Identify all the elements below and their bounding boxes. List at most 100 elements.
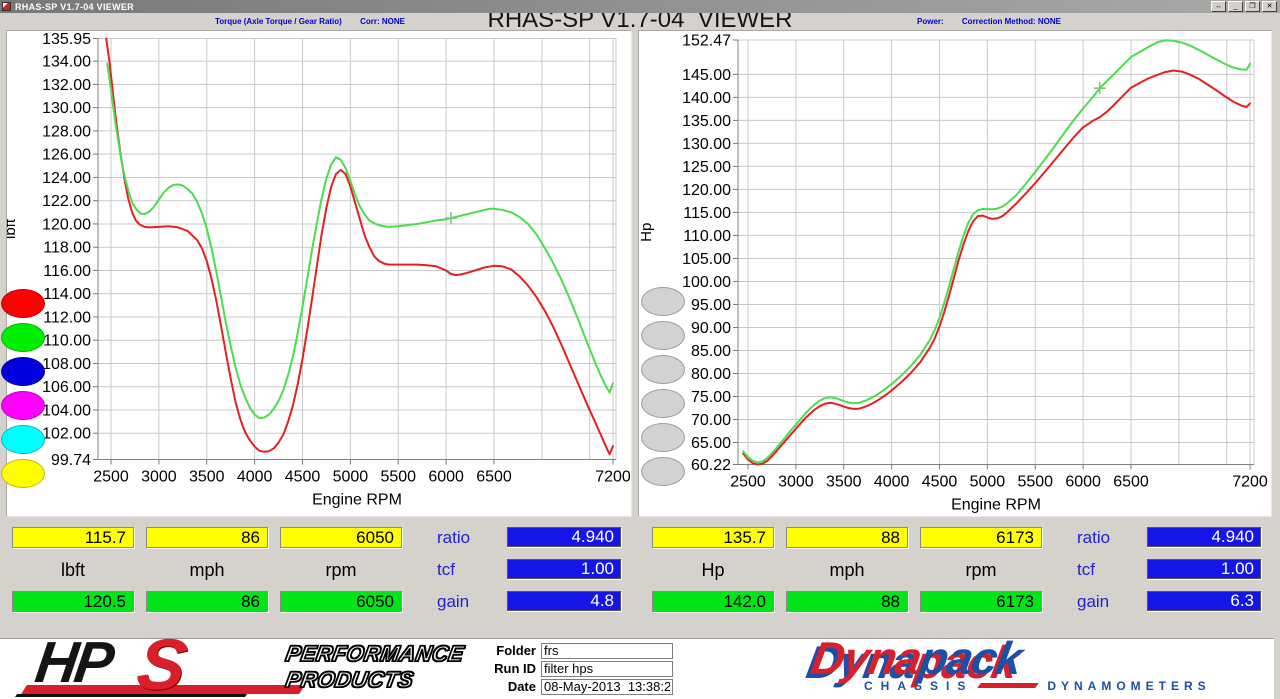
y-tick-label: 120.00 (682, 182, 731, 199)
tcf-label: tcf (1077, 560, 1137, 580)
run-button-magenta[interactable] (1, 391, 45, 420)
dynapack-text-dyna: Dyna (807, 632, 925, 684)
cursor-value-box: 86 (146, 527, 268, 548)
cursor-value-box: 6173 (920, 591, 1042, 612)
ratio-value-box: 4.940 (1147, 527, 1261, 547)
x-tick-label: 5500 (380, 469, 416, 486)
x-tick-label: 3500 (189, 469, 225, 486)
x-tick-label: 4000 (874, 474, 910, 491)
unit-label: Hp (652, 560, 774, 581)
tcf-value-box: 1.00 (507, 559, 621, 579)
y-tick-label: 130.00 (42, 100, 91, 117)
unit-label: mph (786, 560, 908, 581)
torque-chart[interactable]: 135.95134.00132.00130.00128.00126.00124.… (7, 31, 633, 518)
header-strip: RHAS-SP V1.7-04 VIEWER Torque (Axle Torq… (0, 13, 1280, 30)
folder-input[interactable] (541, 643, 673, 659)
tcf-value-box: 1.00 (1147, 559, 1261, 579)
gridlines (98, 39, 616, 460)
x-tick-label: 3000 (778, 474, 814, 491)
power-chart-panel: 152.47145.00140.00135.00130.00125.00120.… (638, 30, 1272, 517)
unit-label: lbft (12, 560, 134, 581)
ratio-label: ratio (1077, 528, 1137, 548)
ratio-label: ratio (437, 528, 497, 548)
hps-logo: S HP PERFORMANCE PRODUCTS (10, 641, 460, 699)
run-color-buttons-right (641, 287, 685, 491)
y-tick-label: 135.95 (42, 31, 91, 48)
run-info-fields: Folder Run ID Date (488, 642, 673, 696)
cursor-value-box: 88 (786, 591, 908, 612)
restore-button[interactable]: ❐ (1245, 1, 1260, 12)
y-tick-label: 99.74 (51, 452, 91, 469)
y-tick-label: 118.00 (43, 240, 91, 257)
curve-run-green (107, 64, 613, 419)
folder-label: Folder (488, 643, 536, 658)
window-controls: ↔ _ ❐ ✕ (1211, 1, 1277, 12)
run-button-green[interactable] (1, 323, 45, 352)
x-tick-label: 3500 (826, 474, 862, 491)
cursor-value-box: 88 (786, 527, 908, 548)
date-input[interactable] (541, 679, 673, 695)
ratio-value-box: 4.940 (507, 527, 621, 547)
hps-performance-text: PERFORMANCE (284, 641, 466, 667)
torque-subtitle-text: Torque (Axle Torque / Gear Ratio) (215, 17, 342, 26)
run-button-slot-3[interactable] (641, 355, 685, 384)
x-tick-label: 4500 (285, 469, 321, 486)
axis-labels: 135.95134.00132.00130.00128.00126.00124.… (7, 31, 631, 509)
y-tick-label: 132.00 (42, 77, 91, 94)
torque-chart-panel: 135.95134.00132.00130.00128.00126.00124.… (6, 30, 632, 517)
gain-label: gain (1077, 592, 1137, 612)
gain-value-box: 4.8 (507, 591, 621, 611)
cursor-cross-marker (445, 212, 457, 224)
x-axis-title: Engine RPM (951, 497, 1041, 514)
dynapack-swoosh (978, 683, 1040, 688)
power-subtitle-text: Power: (917, 17, 944, 26)
run-button-slot-5[interactable] (641, 423, 685, 452)
y-axis-title: Hp (639, 223, 655, 242)
run-button-blue[interactable] (1, 357, 45, 386)
run-button-slot-1[interactable] (641, 287, 685, 316)
cursor-value-box: 120.5 (12, 591, 134, 612)
dynapack-chassis-text: CHASSIS (864, 679, 973, 693)
run-button-slot-6[interactable] (641, 457, 685, 486)
data-series (743, 40, 1250, 464)
run-color-buttons-left (1, 289, 45, 493)
curve-run-red (743, 71, 1250, 465)
y-tick-label: 115.00 (683, 205, 731, 222)
x-tick-label: 2500 (730, 474, 766, 491)
footer-bar: S HP PERFORMANCE PRODUCTS Folder Run ID … (0, 638, 1274, 699)
gridlines (738, 40, 1254, 465)
y-tick-label: 125.00 (682, 159, 731, 176)
run-button-yellow[interactable] (1, 459, 45, 488)
dynapack-dynamometers-text: DYNAMOMETERS (1047, 679, 1210, 693)
run-button-slot-2[interactable] (641, 321, 685, 350)
cursor-value-box: 6050 (280, 591, 402, 612)
x-tick-label: 4500 (922, 474, 958, 491)
power-chart[interactable]: 152.47145.00140.00135.00130.00125.00120.… (639, 31, 1273, 518)
dynapack-logo: Dynapack CHASSISDYNAMOMETERS (812, 639, 1272, 699)
resize-button[interactable]: ↔ (1211, 1, 1226, 12)
y-tick-label: 80.00 (691, 366, 731, 383)
axes (93, 39, 616, 465)
run-button-slot-4[interactable] (641, 389, 685, 418)
unit-label: rpm (280, 560, 402, 581)
y-tick-label: 110.00 (43, 333, 91, 350)
y-tick-label: 65.00 (691, 435, 731, 452)
run-button-red[interactable] (1, 289, 45, 318)
minimize-button[interactable]: _ (1228, 1, 1243, 12)
curve-run-green (743, 40, 1250, 462)
x-tick-label: 6000 (428, 469, 464, 486)
y-tick-label: 108.00 (42, 356, 91, 373)
x-tick-label: 7200 (595, 469, 631, 486)
close-button[interactable]: ✕ (1262, 1, 1277, 12)
gain-value-box: 6.3 (1147, 591, 1261, 611)
run-id-input[interactable] (541, 661, 673, 677)
y-tick-label: 105.00 (682, 251, 731, 268)
y-tick-label: 116.00 (43, 263, 91, 280)
y-tick-label: 114.00 (43, 286, 91, 303)
run-button-cyan[interactable] (1, 425, 45, 454)
torque-correction-text: Corr: NONE (360, 17, 405, 26)
hps-logo-s: S (133, 629, 191, 699)
y-tick-label: 95.00 (691, 297, 731, 314)
hps-logo-hp: HP (32, 634, 115, 692)
cursor-value-box: 115.7 (12, 527, 134, 548)
